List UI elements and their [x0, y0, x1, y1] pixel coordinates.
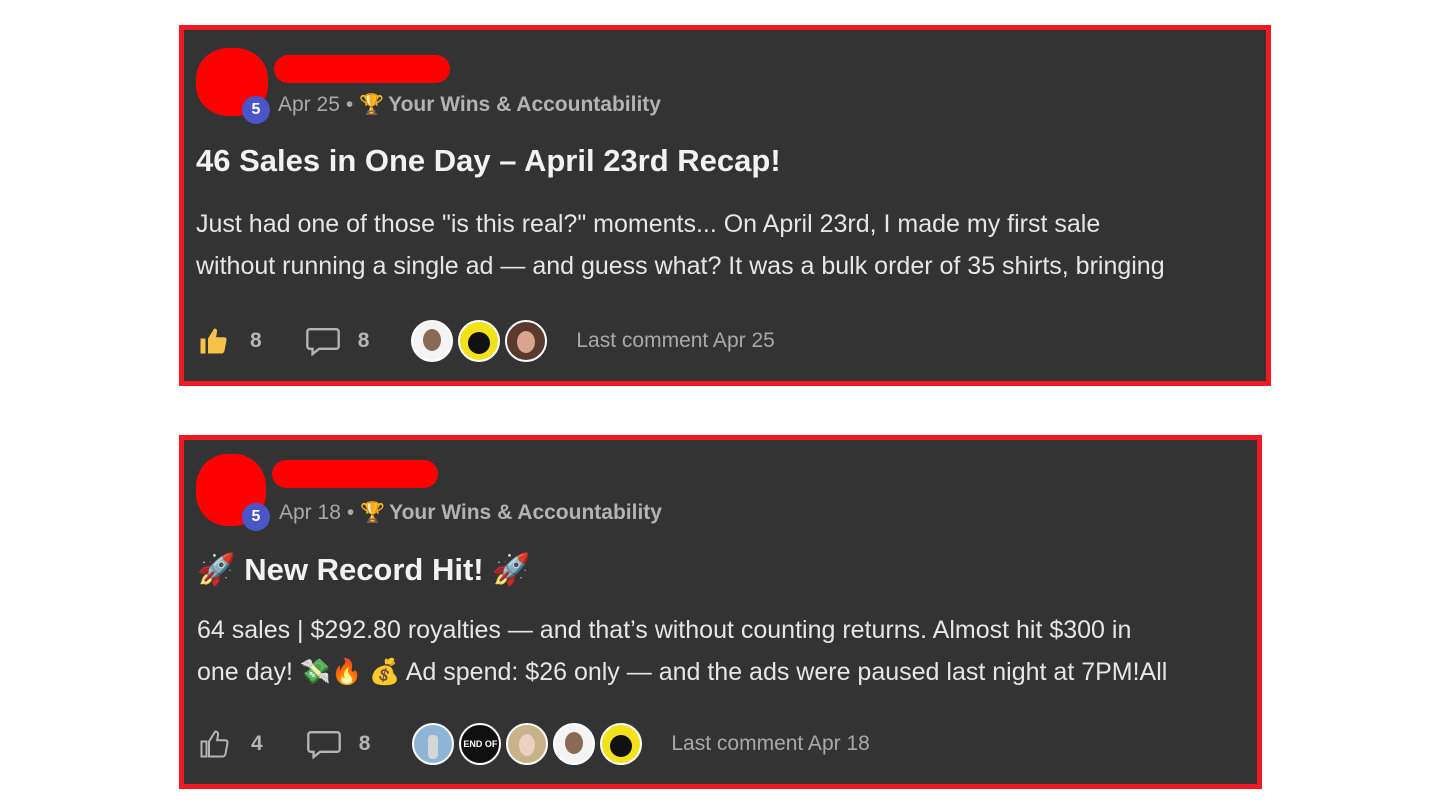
avatar-logo-text: END OF AN ERROR [463, 738, 499, 749]
post-meta: Apr 25 • 🏆 Your Wins & Accountability [278, 92, 661, 117]
trophy-icon: 🏆 [360, 502, 386, 524]
post-body-line: 64 sales | $292.80 royalties — and that’… [197, 616, 1132, 644]
comment-bubble-icon [306, 731, 341, 759]
post-footer: 4 8 END OF AN ERROR Last comment Apr 18 [199, 719, 870, 769]
comment-button[interactable]: 8 [305, 326, 370, 356]
commenter-avatar[interactable] [458, 320, 501, 362]
post-card[interactable]: 5 Apr 25 • 🏆 Your Wins & Accountability … [179, 25, 1271, 386]
commenter-avatar[interactable] [600, 723, 643, 765]
meta-separator: • [345, 92, 354, 116]
post-card[interactable]: 5 Apr 18 • 🏆 Your Wins & Accountability … [179, 435, 1262, 789]
comment-bubble-icon [305, 328, 340, 356]
redacted-author-name [274, 55, 450, 83]
commenter-avatar[interactable] [553, 723, 596, 765]
last-comment-text: Last comment Apr 25 [576, 329, 775, 352]
post-body[interactable]: Just had one of those "is this real?" mo… [196, 203, 1264, 287]
commenter-avatar[interactable] [505, 320, 548, 362]
post-footer: 8 8 Last comment Apr 25 [198, 316, 775, 366]
category-link[interactable]: Your Wins & Accountability [389, 501, 662, 525]
thumbs-up-outline-icon [200, 730, 229, 758]
level-badge: 5 [242, 96, 270, 124]
post-body-line: Just had one of those "is this real?" mo… [196, 210, 1101, 238]
category-link[interactable]: Your Wins & Accountability [388, 93, 661, 117]
like-count: 4 [251, 732, 263, 755]
commenter-avatar[interactable]: END OF AN ERROR [459, 723, 502, 765]
post-title[interactable]: 46 Sales in One Day – April 23rd Recap! [196, 143, 781, 179]
post-body[interactable]: 64 sales | $292.80 royalties — and that’… [197, 609, 1257, 693]
thumbs-up-filled-icon [200, 328, 227, 354]
last-comment-text: Last comment Apr 18 [671, 732, 870, 755]
commenter-avatars: END OF AN ERROR [412, 723, 647, 765]
commenter-avatar[interactable] [412, 723, 455, 765]
trophy-icon: 🏆 [359, 94, 385, 116]
post-body-line: without running a single ad — and guess … [196, 252, 1165, 280]
post-date[interactable]: Apr 25 [278, 93, 340, 117]
post-title[interactable]: 🚀 New Record Hit! 🚀 [197, 551, 531, 588]
commenter-avatar[interactable] [506, 723, 549, 765]
post-body-line: one day! 💸🔥 💰 Ad spend: $26 only — and t… [197, 658, 1168, 686]
like-count: 8 [250, 329, 262, 352]
comment-count: 8 [358, 732, 371, 755]
like-button[interactable]: 4 [199, 729, 263, 759]
comment-count: 8 [357, 329, 370, 352]
meta-separator: • [346, 500, 355, 524]
post-meta: Apr 18 • 🏆 Your Wins & Accountability [279, 500, 662, 525]
like-button[interactable]: 8 [198, 326, 262, 356]
commenter-avatar[interactable] [411, 320, 454, 362]
level-badge: 5 [242, 503, 270, 531]
redacted-author-name [272, 460, 438, 488]
commenter-avatars [411, 320, 552, 362]
comment-button[interactable]: 8 [306, 729, 371, 759]
post-date[interactable]: Apr 18 [279, 501, 341, 525]
